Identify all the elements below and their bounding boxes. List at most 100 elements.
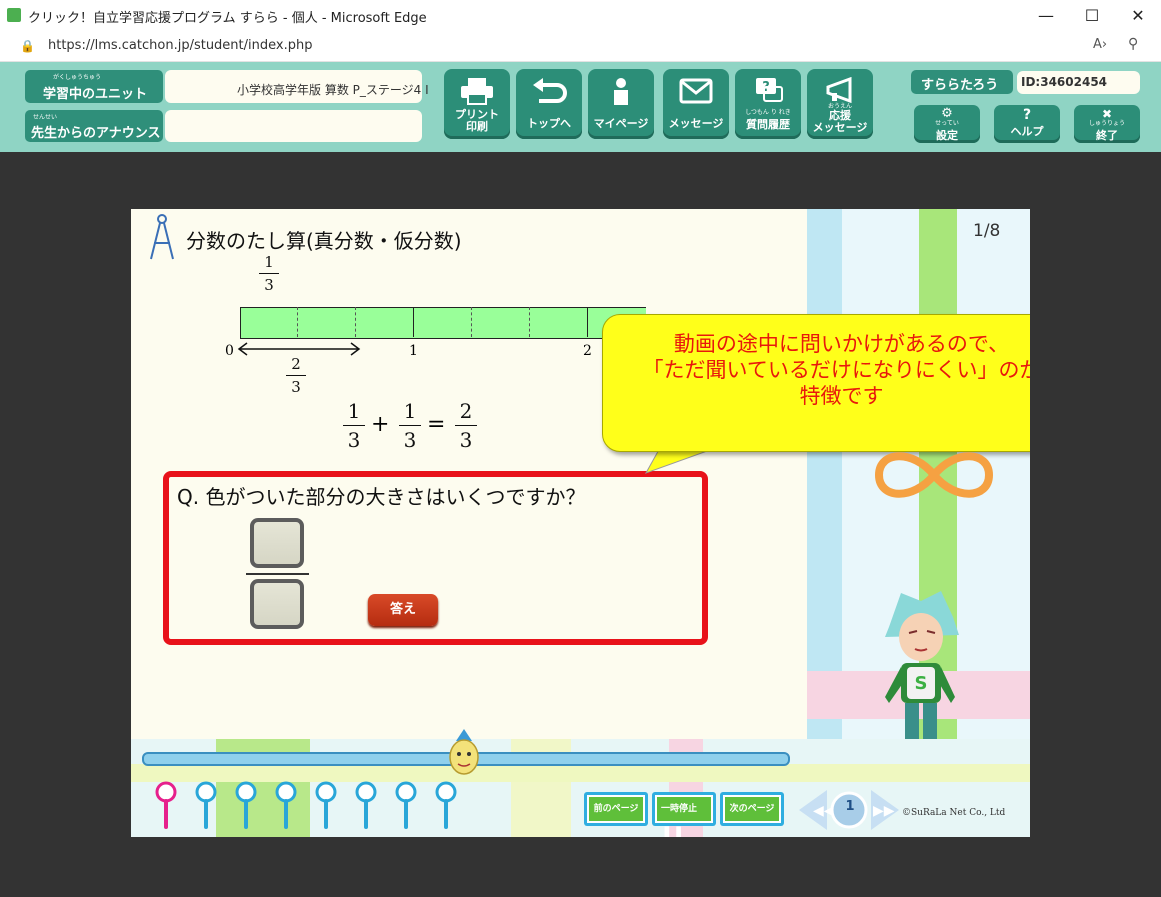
fraction-bar: [343, 425, 365, 426]
fraction-bar: [286, 375, 306, 376]
numerator-input[interactable]: [250, 518, 304, 568]
equation-plus: +: [371, 412, 390, 437]
app-favicon-icon: [7, 8, 21, 22]
close-icon: ✖: [1101, 107, 1113, 121]
compass-icon: [150, 214, 174, 260]
question-history-button[interactable]: ? しつもん り れき 質問履歴: [735, 69, 801, 139]
chapter-pin-icon[interactable]: [235, 781, 257, 831]
question-text: Q. 色がついた部分の大きさはいくつですか？: [177, 485, 586, 509]
svg-text:S: S: [915, 673, 928, 694]
pause-icon: ❚❚: [661, 825, 685, 837]
cheer-message-button[interactable]: おうえん 応援 メッセージ: [807, 69, 873, 139]
tick-third: [471, 307, 472, 337]
page-indicator: 1/8: [973, 221, 1001, 241]
announce-label-ruby: せんせい: [33, 114, 58, 121]
arrow-fraction-den: 3: [291, 378, 301, 396]
equation-a-num: 1: [347, 399, 361, 423]
mypage-button[interactable]: マイページ: [588, 69, 654, 139]
user-name: すららたろう: [921, 78, 999, 93]
maximize-icon[interactable]: ☐: [1069, 0, 1115, 31]
lock-icon[interactable]: 🔒: [20, 39, 35, 53]
unit-label: がくしゅうちゅう 学習中のユニット: [25, 70, 163, 103]
equation-fraction-a: 1 3: [343, 399, 365, 452]
chapter-pin-icon[interactable]: [435, 781, 457, 831]
chapter-pin-icon[interactable]: [395, 781, 417, 831]
denominator-input[interactable]: [250, 579, 304, 629]
tick-third: [355, 307, 356, 337]
unit-field: 小学校高学年版 算数 P_ステージ4 I: [165, 70, 429, 103]
question-history-ruby: しつもん り れき: [745, 109, 791, 116]
next-page-button[interactable]: 次のページ: [720, 792, 784, 826]
person-icon: [614, 78, 628, 105]
help-label: ヘルプ: [1010, 125, 1044, 138]
unit-label-text: 学習中のユニット: [43, 87, 148, 102]
announce-label: せんせい 先生からのアナウンス: [25, 110, 163, 142]
next-page-label: 次のページ: [723, 795, 781, 823]
pause-button[interactable]: 一時停止 ❚❚: [652, 792, 716, 837]
question-history-label: 質問履歴: [746, 118, 790, 131]
close-window-icon[interactable]: ✕: [1115, 0, 1161, 31]
printer-icon: [461, 78, 493, 105]
zoom-icon[interactable]: ⚲: [1128, 36, 1138, 52]
equation-fraction-b: 1 3: [399, 399, 421, 452]
window-title: クリック！自立学習応援プログラム すらら - 個人 - Microsoft Ed…: [28, 11, 427, 26]
minimize-icon[interactable]: —: [1023, 0, 1069, 31]
unit-value: 小学校高学年版 算数 P_ステージ4 I: [237, 83, 429, 97]
user-id-field: ID:34602454: [1017, 71, 1140, 94]
exit-button[interactable]: ✖ しゅうりょう 終了: [1074, 105, 1140, 143]
announce-field: [165, 110, 422, 142]
background-stripe: [131, 764, 1030, 782]
message-button[interactable]: メッセージ: [663, 69, 729, 139]
lesson-title: 分数のたし算(真分数・仮分数): [186, 229, 462, 253]
help-button[interactable]: ? ヘルプ: [994, 105, 1060, 143]
equation-a-den: 3: [347, 428, 361, 452]
chapter-pin-icon[interactable]: [275, 781, 297, 831]
address-bar[interactable]: 🔒 https://lms.catchon.jp/student/index.p…: [0, 31, 1161, 62]
chapter-pin-icon[interactable]: [195, 781, 217, 831]
megaphone-icon: [826, 77, 852, 104]
equation-c-den: 3: [459, 428, 473, 452]
top-label: トップへ: [527, 117, 571, 130]
equation-b-num: 1: [403, 399, 417, 423]
tick-third: [297, 307, 298, 337]
equation-equals: =: [427, 412, 446, 437]
tick-one: [413, 307, 414, 337]
equation-c-num: 2: [459, 399, 473, 423]
return-icon: [533, 78, 567, 103]
settings-label: 設定: [936, 129, 958, 142]
prev-page-label: 前のページ: [587, 795, 645, 823]
print-button[interactable]: プリント 印刷: [444, 69, 510, 139]
infinity-icon: [874, 452, 994, 498]
fraction-bar-strip: [240, 307, 646, 339]
chapter-pin-icon[interactable]: [355, 781, 377, 831]
top-fraction-den: 3: [264, 276, 274, 294]
equation-fraction-c: 2 3: [455, 399, 477, 452]
print-label: プリント 印刷: [455, 108, 499, 133]
read-aloud-icon[interactable]: A›: [1093, 37, 1107, 52]
arrow-fraction-num: 2: [291, 355, 301, 373]
numberline-label: 2: [583, 343, 592, 359]
progress-handle-icon[interactable]: [446, 727, 482, 777]
fraction-bar: [259, 273, 279, 274]
tick-third: [529, 307, 530, 337]
fraction-bar: [455, 425, 477, 426]
top-button[interactable]: トップへ: [516, 69, 582, 139]
top-fraction: 1 3: [259, 253, 279, 294]
envelope-icon: [679, 78, 713, 104]
prev-page-button[interactable]: 前のページ: [584, 792, 648, 826]
copyright-text: ©SuRaLa Net Co., Ltd: [902, 808, 1006, 818]
url-text[interactable]: https://lms.catchon.jp/student/index.php: [48, 38, 312, 53]
callout-text: 動画の途中に問いかけがあるので、 「ただ聞いているだけになりにくい」のが 特徴で…: [642, 332, 1030, 408]
fraction-line: [246, 573, 309, 575]
pause-label: 一時停止: [661, 804, 698, 814]
chapter-pin-icon[interactable]: [315, 781, 337, 831]
settings-button[interactable]: ⚙ せってい 設定: [914, 105, 980, 143]
page-number: 1: [845, 799, 855, 814]
callout-bubble: 動画の途中に問いかけがあるので、 「ただ聞いているだけになりにくい」のが 特徴で…: [602, 314, 1030, 452]
gear-icon: ⚙: [941, 106, 953, 121]
message-label: メッセージ: [668, 117, 724, 130]
announce-label-text: 先生からのアナウンス: [31, 126, 161, 141]
chapter-pin-icon[interactable]: [155, 781, 177, 831]
answer-button[interactable]: 答え: [368, 594, 438, 626]
arrow-fraction: 2 3: [286, 355, 306, 396]
